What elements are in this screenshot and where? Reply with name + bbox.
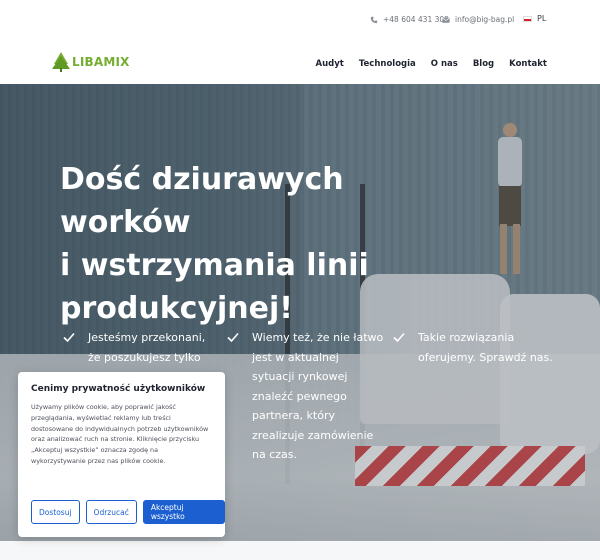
email-address[interactable]: info@big-bag.pl [455,15,514,24]
email-contact[interactable]: info@big-bag.pl [442,15,514,24]
hero-feature-text: Wiemy też, że nie łatwo jest w aktualnej… [252,331,384,461]
tree-logo-icon [52,52,70,72]
language-label[interactable]: PL [537,14,546,23]
cookie-buttons: Dostosuj Odrzucać Akceptuj wszystko [31,500,225,524]
cookie-body: Używamy plików cookie, aby poprawić jako… [31,403,209,465]
check-icon [227,332,239,343]
cookie-title: Cenimy prywatność użytkowników [31,384,206,394]
hero-feature: Jesteśmy przekonani, że poszukujesz tylk… [63,328,220,367]
logo-text: LIBAMIX [72,55,130,69]
check-icon [393,332,405,343]
nav-item-o-nas[interactable]: O nas [431,59,458,69]
customize-button[interactable]: Dostosuj [31,500,80,524]
hero-feature: Wiemy też, że nie łatwo jest w aktualnej… [227,328,384,465]
nav-item-technologia[interactable]: Technologia [359,59,416,69]
hero-feature-text: Jesteśmy przekonani, że poszukujesz tylk… [88,331,206,364]
nav-item-blog[interactable]: Blog [473,59,494,69]
phone-icon [370,16,378,23]
hero-feature-text: Takie rozwiązania oferujemy. Sprawdź nas… [418,331,553,364]
hero-headline-line: i wstrzymania linii [60,248,369,283]
top-contact-bar: +48 604 431 309 info@big-bag.pl PL [0,0,600,42]
hero-headline: Dość dziurawych worków i wstrzymania lin… [60,158,440,330]
language-switcher[interactable]: PL [523,14,546,23]
hero-feature: Takie rozwiązania oferujemy. Sprawdź nas… [393,328,558,367]
phone-number[interactable]: +48 604 431 309 [383,15,449,24]
nav-item-kontakt[interactable]: Kontakt [509,59,547,69]
next-section-edge [0,541,600,560]
main-nav: Audyt Technologia O nas Blog Kontakt [316,59,547,69]
envelope-icon [442,17,450,23]
hero-headline-line: produkcyjnej! [60,291,293,326]
reject-button[interactable]: Odrzucać [85,500,137,524]
check-icon [63,332,75,343]
poland-flag-icon [523,15,532,22]
phone-contact[interactable]: +48 604 431 309 [370,15,449,24]
nav-item-audyt[interactable]: Audyt [316,59,344,69]
hero-headline-line: Dość dziurawych worków [60,162,344,240]
accept-all-button[interactable]: Akceptuj wszystko [142,500,225,524]
site-header: LIBAMIX Audyt Technologia O nas Blog Kon… [0,42,600,84]
logo[interactable]: LIBAMIX [52,52,130,72]
cookie-consent-dialog: Cenimy prywatność użytkowników Używamy p… [18,372,225,537]
